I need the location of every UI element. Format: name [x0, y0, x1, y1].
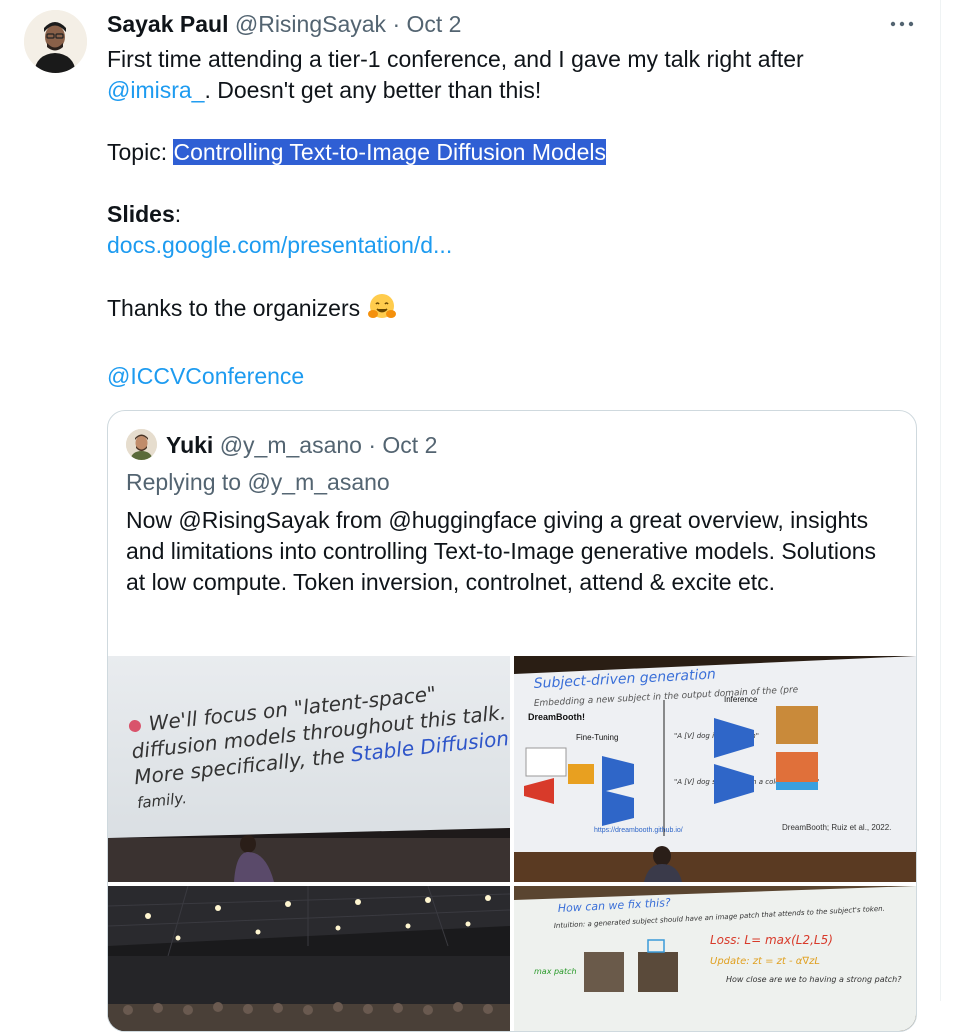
replying-to: Replying to @y_m_asano — [126, 469, 390, 495]
topic-prefix: Topic: — [107, 139, 174, 165]
header-separator: · — [392, 11, 401, 37]
more-options-button[interactable] — [886, 8, 918, 40]
timeline-border — [940, 0, 941, 1001]
slide4-question: How close are we to having a strong patc… — [726, 975, 902, 984]
topic-title: Controlling Text-to-Image Diffusion Mode… — [173, 139, 607, 165]
quoted-text: Now @RisingSayak from @huggingface givin… — [126, 507, 877, 595]
quoted-header: Yuki @y_m_asano · Oct 2 — [166, 430, 437, 460]
quoted-author-handle[interactable]: @y_m_asano — [220, 432, 362, 458]
label-max-patch: max patch — [534, 967, 577, 976]
tweet-line-1: First time attending a tier-1 conference… — [107, 46, 804, 72]
inference-label: Inference — [724, 695, 758, 704]
slides-label: Slides — [107, 201, 175, 227]
quoted-tweet[interactable]: Yuki @y_m_asano · Oct 2 Replying to @y_m… — [107, 410, 917, 1032]
hugging-face-emoji-icon — [367, 292, 397, 330]
slide4-update: Update: zt = zt - α∇zL — [710, 956, 820, 967]
mention-imisra[interactable]: @imisra_ — [107, 77, 204, 103]
slide2-brand: DreamBooth! — [528, 712, 585, 722]
author-avatar[interactable] — [24, 10, 87, 73]
slide4-loss: Loss: L= max(L2,L5) — [710, 933, 833, 947]
author-name[interactable]: Sayak Paul — [107, 11, 228, 37]
tweet-text: First time attending a tier-1 conference… — [107, 44, 907, 392]
media-grid: We'll focus on "latent-space" diffusion … — [108, 656, 916, 1031]
finetune-label: Fine-Tuning — [576, 733, 618, 742]
quoted-separator: · — [368, 432, 377, 458]
photo-4[interactable]: How can we fix this? Intuition: a genera… — [514, 886, 916, 1031]
tweet-line-2: . Doesn't get any better than this! — [204, 77, 542, 103]
photo-1[interactable]: We'll focus on "latent-space" diffusion … — [108, 656, 510, 882]
tweet-date[interactable]: Oct 2 — [407, 11, 462, 37]
quoted-author-name[interactable]: Yuki — [166, 432, 213, 458]
thanks-text: Thanks to the organizers — [107, 295, 361, 321]
slides-colon: : — [174, 201, 182, 227]
slide2-citation: DreamBooth; Ruiz et al., 2022. — [782, 823, 891, 832]
quoted-date[interactable]: Oct 2 — [382, 432, 437, 458]
author-handle[interactable]: @RisingSayak — [235, 11, 386, 37]
mention-iccv[interactable]: @ICCVConference — [107, 363, 304, 389]
more-icon — [890, 21, 914, 27]
slide2-url: https://dreambooth.github.io/ — [594, 827, 683, 834]
quoted-author-avatar[interactable] — [126, 429, 157, 460]
photo-3[interactable] — [108, 886, 510, 1031]
photo-2[interactable]: Subject-driven generation Embedding a ne… — [514, 656, 916, 882]
tweet-header: Sayak Paul @RisingSayak · Oct 2 — [107, 9, 461, 39]
slides-link[interactable]: docs.google.com/presentation/d... — [107, 232, 452, 258]
